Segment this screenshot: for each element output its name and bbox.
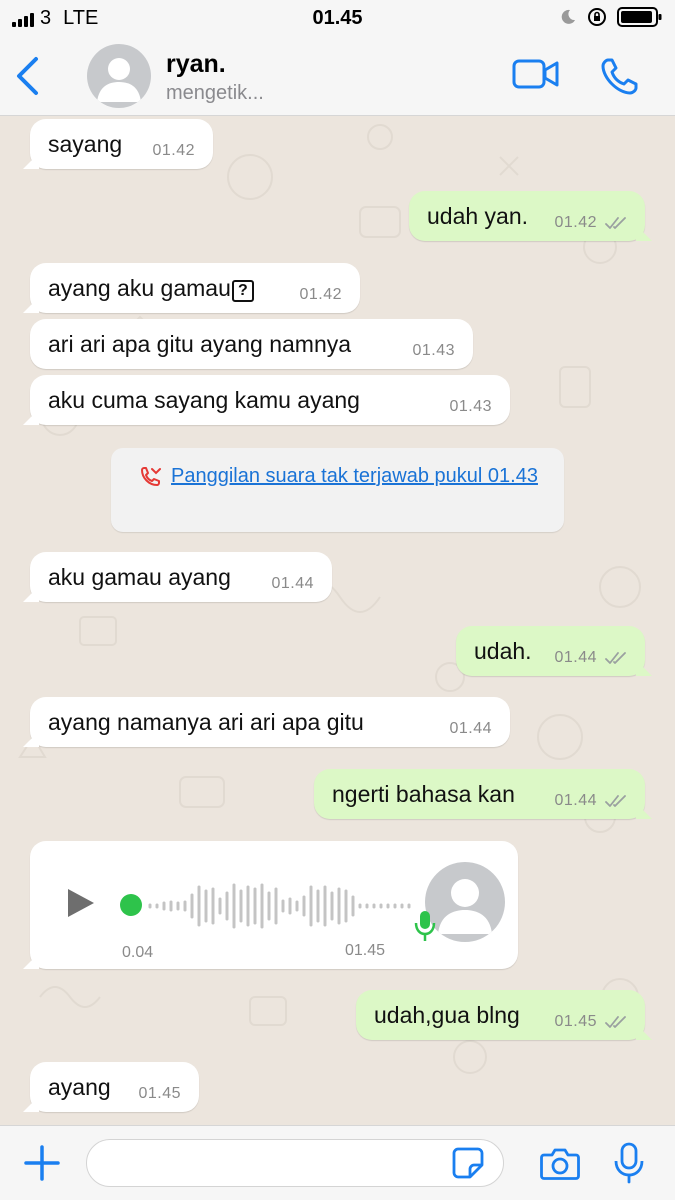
contact-status: mengetik... <box>166 82 264 104</box>
unknown-emoji-icon: ? <box>231 280 254 302</box>
message-time: 01.44 <box>271 575 314 592</box>
status-bar: 3 LTE 01.45 <box>0 0 675 36</box>
read-receipt-icon <box>605 795 626 807</box>
video-camera-icon <box>512 59 559 89</box>
message-time: 01.44 <box>554 649 597 666</box>
message-bubble-incoming[interactable]: sayang 01.42 <box>30 119 213 169</box>
default-avatar-icon <box>438 879 492 934</box>
voice-duration: 0.04 <box>122 944 154 961</box>
chat-area[interactable]: sayang 01.42 udah yan. 01.42 ayang aku g… <box>0 117 675 1125</box>
message-time: 01.45 <box>554 1013 597 1030</box>
back-button[interactable] <box>14 56 40 101</box>
mic-icon <box>414 911 436 941</box>
missed-call-icon <box>141 467 161 486</box>
message-time: 01.42 <box>152 142 195 159</box>
play-button[interactable] <box>66 887 96 924</box>
message-text: ayang <box>48 1074 111 1100</box>
moon-icon <box>561 9 575 24</box>
voice-message[interactable]: 0.04 01.45 <box>30 841 518 969</box>
message-text: ayang aku gamau <box>48 275 231 301</box>
message-bubble-outgoing[interactable]: udah. 01.44 <box>456 626 645 676</box>
contact-name[interactable]: ryan. <box>166 50 226 79</box>
playback-scrubber[interactable] <box>120 894 142 916</box>
message-time: 01.44 <box>449 720 492 737</box>
battery-icon <box>617 7 662 27</box>
plus-icon <box>24 1145 60 1181</box>
microphone-icon <box>614 1142 644 1184</box>
message-bubble-incoming[interactable]: ayang 01.45 <box>30 1062 199 1112</box>
message-text: ayang namanya ari ari apa gitu <box>48 709 364 735</box>
message-input[interactable] <box>86 1139 504 1187</box>
chevron-left-icon <box>17 57 38 95</box>
phone-icon <box>601 58 638 95</box>
camera-icon <box>540 1148 580 1180</box>
rotation-lock-icon <box>588 8 606 26</box>
message-time: 01.42 <box>299 286 342 303</box>
voice-record-button[interactable] <box>614 1142 644 1189</box>
read-receipt-icon <box>605 1016 626 1028</box>
sender-avatar <box>425 862 505 942</box>
play-icon <box>68 889 94 917</box>
message-time: 01.44 <box>554 792 597 809</box>
message-bubble-incoming[interactable]: ayang namanya ari ari apa gitu 01.44 <box>30 697 510 747</box>
message-bubble-outgoing[interactable]: udah yan. 01.42 <box>409 191 645 241</box>
message-bubble-outgoing[interactable]: udah,gua blng 01.45 <box>356 990 645 1040</box>
message-text: aku gamau ayang <box>48 564 231 590</box>
message-text: udah,gua blng <box>374 1002 520 1028</box>
sticker-icon <box>452 1147 484 1179</box>
message-time: 01.43 <box>412 342 455 359</box>
read-receipt-icon <box>605 652 626 664</box>
message-bubble-incoming[interactable]: ayang aku gamau? 01.42 <box>30 263 360 313</box>
message-text: sayang <box>48 131 123 157</box>
camera-button[interactable] <box>540 1147 580 1186</box>
chat-header: ryan. mengetik... <box>0 36 675 116</box>
voice-call-button[interactable] <box>600 56 640 101</box>
waveform <box>148 883 411 929</box>
video-call-button[interactable] <box>512 58 560 95</box>
message-text: udah. <box>474 638 532 664</box>
missed-call-link[interactable]: Panggilan suara tak terjawab pukul 01.43 <box>161 462 548 491</box>
message-text: udah yan. <box>427 203 529 229</box>
message-bubble-incoming[interactable]: ari ari apa gitu ayang namnya 01.43 <box>30 319 473 369</box>
missed-call-notice[interactable]: Panggilan suara tak terjawab pukul 01.43 <box>111 448 564 532</box>
message-text: aku cuma sayang kamu ayang <box>48 387 360 413</box>
message-text: ngerti bahasa kan <box>332 781 515 807</box>
contact-avatar[interactable] <box>87 44 151 108</box>
message-time: 01.45 <box>345 942 386 959</box>
message-bubble-incoming[interactable]: aku gamau ayang 01.44 <box>30 552 332 602</box>
attach-button[interactable] <box>24 1145 60 1186</box>
message-text: ari ari apa gitu ayang namnya <box>48 331 352 357</box>
message-time: 01.43 <box>449 398 492 415</box>
default-avatar-icon <box>97 58 141 102</box>
message-bubble-incoming[interactable]: aku cuma sayang kamu ayang 01.43 <box>30 375 510 425</box>
read-receipt-icon <box>605 217 626 229</box>
message-text-wrap: ayang aku gamau? <box>48 275 254 302</box>
status-right <box>559 6 663 28</box>
message-time: 01.42 <box>554 214 597 231</box>
input-bar <box>0 1125 675 1200</box>
message-time: 01.45 <box>138 1085 181 1102</box>
message-bubble-outgoing[interactable]: ngerti bahasa kan 01.44 <box>314 769 645 819</box>
sticker-button[interactable] <box>452 1147 484 1184</box>
